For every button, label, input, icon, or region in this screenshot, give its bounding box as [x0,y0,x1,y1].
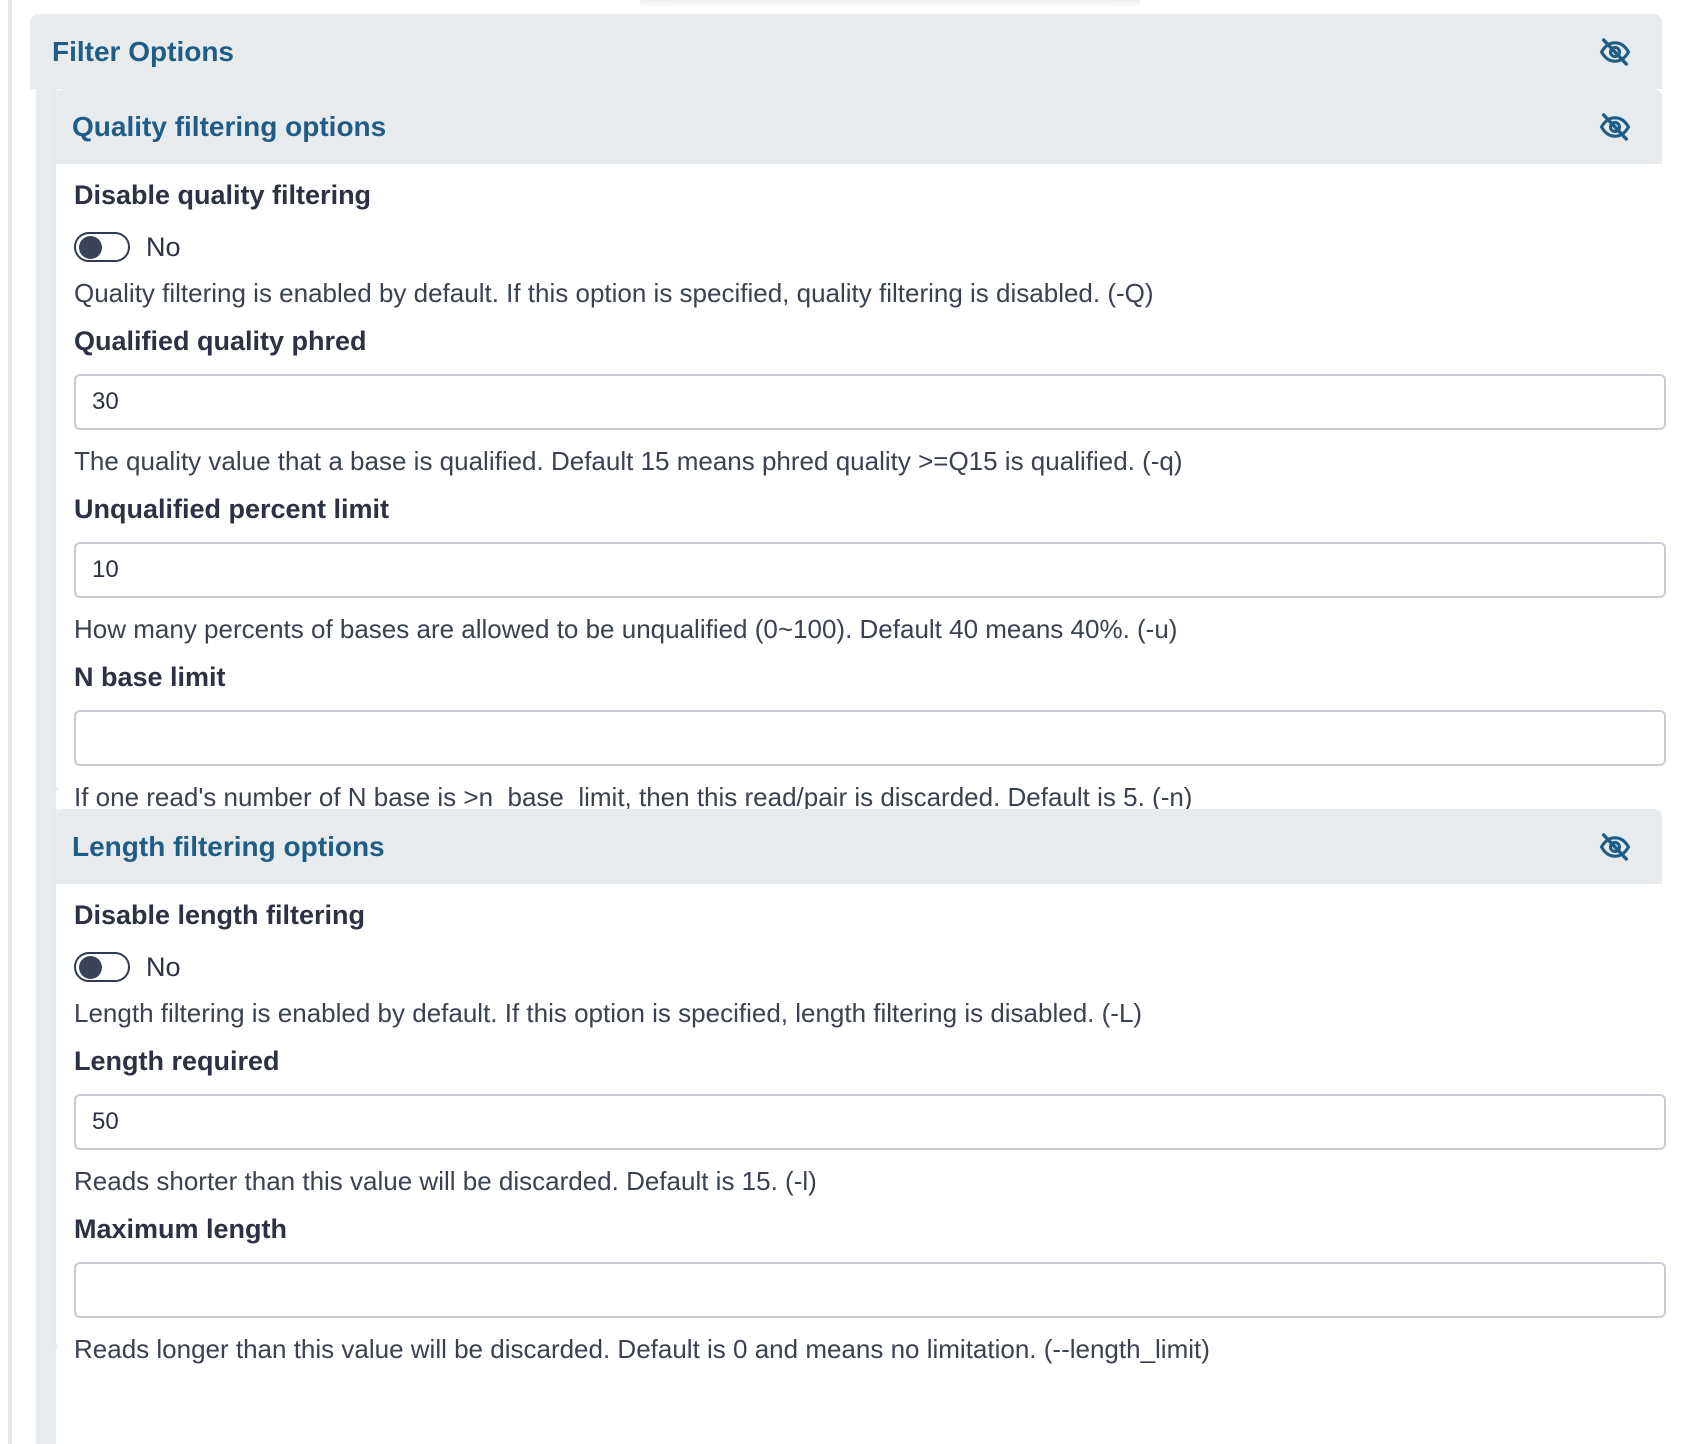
unqualified-percent-limit-help: How many percents of bases are allowed t… [74,614,1178,644]
disable-quality-filtering-state: No [146,231,181,262]
disable-quality-filtering-help: Quality filtering is enabled by default.… [74,278,1154,308]
disable-quality-filtering-toggle-row: No [74,226,1662,268]
filter-options-header[interactable]: Filter Options [30,14,1662,89]
qualified-quality-phred-label: Qualified quality phred [74,326,367,356]
top-shadow [640,0,1140,10]
disable-quality-filtering-label: Disable quality filtering [74,180,372,210]
quality-filtering-header[interactable]: Quality filtering options [56,89,1662,164]
disable-length-filtering-state: No [146,951,181,982]
disable-length-filtering-help: Length filtering is enabled by default. … [74,998,1143,1028]
filter-options-section: Filter Options Quality filtering options [30,14,1666,1444]
n-base-limit-label: N base limit [74,662,226,692]
disable-length-filtering-toggle[interactable] [74,952,130,982]
filter-options-body: Quality filtering options Disable qualit… [30,89,1666,1444]
quality-filtering-title: Quality filtering options [72,111,387,142]
maximum-length-input[interactable] [74,1262,1666,1318]
eye-slash-icon[interactable] [1598,35,1632,69]
unqualified-percent-limit-input[interactable] [74,542,1666,598]
quality-filtering-body: Disable quality filtering No Quality fil… [56,164,1666,814]
unqualified-percent-limit-label: Unqualified percent limit [74,494,390,524]
eye-slash-icon[interactable] [1598,830,1632,864]
maximum-length-help: Reads longer than this value will be dis… [74,1334,1210,1364]
length-filtering-header[interactable]: Length filtering options [56,809,1662,884]
length-filtering-title: Length filtering options [72,831,385,862]
qualified-quality-phred-help: The quality value that a base is qualifi… [74,446,1183,476]
disable-quality-filtering-toggle[interactable] [74,232,130,262]
eye-slash-icon[interactable] [1598,110,1632,144]
toggle-knob [79,956,102,979]
left-rail [8,0,12,1444]
filter-options-page: Filter Options Quality filtering options [0,0,1682,1444]
length-filtering-section: Length filtering options Disable length … [52,809,1666,1364]
qualified-quality-phred-input[interactable] [74,374,1666,430]
length-filtering-body: Disable length filtering No Length filte… [56,884,1666,1366]
quality-filtering-section: Quality filtering options Disable qualit… [52,89,1666,812]
length-required-help: Reads shorter than this value will be di… [74,1166,817,1196]
length-required-input[interactable] [74,1094,1666,1150]
disable-length-filtering-label: Disable length filtering [74,900,366,930]
filter-options-title: Filter Options [52,36,234,67]
toggle-knob [79,236,102,259]
disable-length-filtering-toggle-row: No [74,946,1662,988]
length-required-label: Length required [74,1046,280,1076]
n-base-limit-input[interactable] [74,710,1666,766]
maximum-length-label: Maximum length [74,1214,288,1244]
